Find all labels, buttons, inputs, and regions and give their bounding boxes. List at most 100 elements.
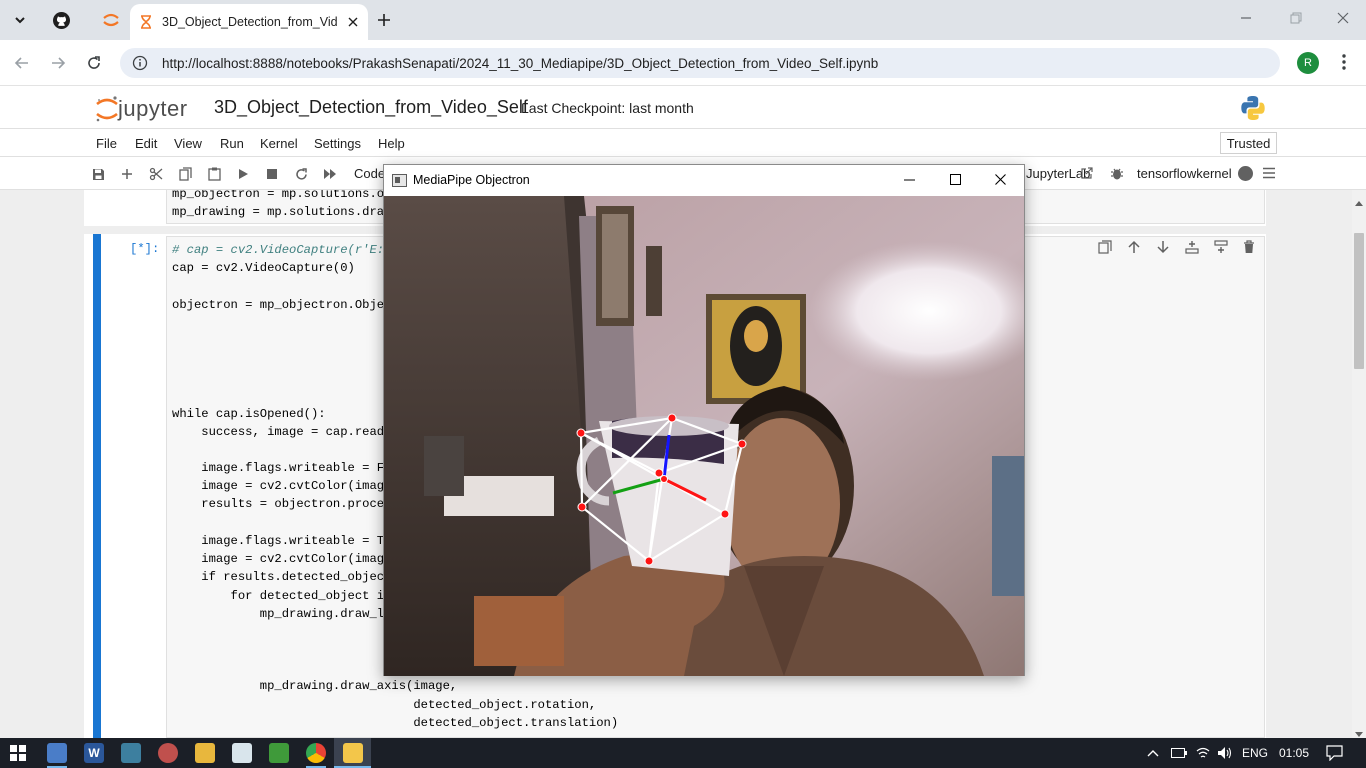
menu-file[interactable]: File (96, 136, 117, 151)
browser-menu-button[interactable] (1336, 53, 1352, 74)
notebook-title[interactable]: 3D_Object_Detection_from_Video_Self (214, 97, 528, 118)
restore-button[interactable] (1290, 12, 1302, 27)
cut-button[interactable] (148, 166, 164, 182)
minimize-button[interactable] (1240, 12, 1252, 27)
duplicate-icon[interactable] (1098, 240, 1112, 254)
jupyter-logo-text: jupyter (118, 96, 188, 121)
insert-below-icon[interactable] (1214, 240, 1228, 254)
battery-icon[interactable] (1171, 748, 1187, 758)
taskbar-app-1-icon[interactable] (47, 743, 67, 763)
add-cell-button[interactable] (119, 166, 135, 182)
close-icon[interactable] (995, 174, 1006, 185)
cell-1-line-1: mp_objectron = mp.solutions.ob (172, 190, 392, 201)
forward-button[interactable] (50, 55, 66, 74)
wifi-icon[interactable] (1195, 746, 1211, 760)
word-icon[interactable]: W (84, 743, 104, 763)
tray-chevron-up-icon[interactable] (1147, 749, 1159, 757)
stop-button[interactable] (264, 166, 280, 182)
paste-button[interactable] (206, 166, 222, 182)
tab-jupyter[interactable] (94, 6, 128, 34)
debugger-button[interactable] (1110, 166, 1124, 184)
windows-logo-icon (10, 745, 26, 761)
close-icon[interactable] (348, 17, 358, 27)
code-line-objectron: objectron = mp_objectron.Objec (172, 298, 392, 312)
arrow-right-icon (52, 57, 66, 69)
notepad-icon[interactable] (232, 743, 252, 763)
plus-icon (122, 169, 132, 179)
move-down-icon[interactable] (1156, 240, 1170, 254)
menu-view[interactable]: View (174, 136, 202, 151)
minimize-icon[interactable] (904, 179, 915, 181)
tab-active-notebook[interactable]: 3D_Object_Detection_from_Vid (130, 4, 368, 40)
maximize-icon[interactable] (950, 174, 961, 185)
minimize-icon (1241, 17, 1251, 19)
kebab-menu-icon (1342, 54, 1346, 70)
hamburger-icon (1263, 167, 1275, 179)
checkpoint-status: Last Checkpoint: last month (521, 100, 694, 116)
save-button[interactable] (90, 166, 106, 182)
toolbar-menu-button[interactable] (1262, 167, 1276, 182)
objectron-window[interactable]: MediaPipe Objectron (383, 164, 1025, 676)
code-line-while: while cap.isOpened(): (172, 407, 326, 421)
cell-toolbar (1098, 240, 1268, 258)
copy-button[interactable] (177, 166, 193, 182)
windows-taskbar: W ENG 01:05 (0, 738, 1366, 768)
menu-kernel[interactable]: Kernel (260, 136, 298, 151)
code-line-cvtcolor-1: image = cv2.cvtColor(image (172, 479, 392, 493)
start-button[interactable] (10, 745, 26, 764)
code-line-draw-axis: mp_drawing.draw_axis(image, (172, 679, 458, 693)
scroll-up-icon[interactable] (1355, 194, 1363, 209)
insert-above-icon[interactable] (1185, 240, 1199, 254)
tab-separator (88, 6, 89, 34)
code-line-translation: detected_object.translation) (172, 716, 619, 730)
restore-icon (1290, 12, 1302, 24)
menu-help[interactable]: Help (378, 136, 405, 151)
back-button[interactable] (14, 55, 30, 74)
chrome-icon[interactable] (306, 743, 326, 763)
kernel-name[interactable]: tensorflowkernel (1137, 166, 1232, 181)
close-icon (1337, 12, 1349, 24)
notebook-scrollbar[interactable] (1352, 190, 1366, 738)
python-app-icon[interactable] (343, 743, 363, 763)
close-window-button[interactable] (1337, 12, 1349, 27)
taskbar-app-7-icon[interactable] (269, 743, 289, 763)
objectron-window-titlebar[interactable]: MediaPipe Objectron (384, 165, 1024, 196)
reload-button[interactable] (86, 55, 102, 74)
new-tab-button[interactable] (370, 6, 398, 34)
code-line-rotation: detected_object.rotation, (172, 698, 597, 712)
move-up-icon[interactable] (1127, 240, 1141, 254)
run-button[interactable] (235, 166, 251, 182)
file-explorer-icon[interactable] (195, 743, 215, 763)
taskbar-app-4-icon[interactable] (158, 743, 178, 763)
external-link-button[interactable] (1081, 167, 1093, 182)
menu-edit[interactable]: Edit (135, 136, 157, 151)
code-line-if: if results.detected_object (172, 570, 392, 584)
scroll-thumb[interactable] (1354, 233, 1364, 369)
reload-icon (88, 56, 100, 69)
taskbar-app-3-icon[interactable] (121, 743, 141, 763)
restart-button[interactable] (293, 166, 309, 182)
menu-settings[interactable]: Settings (314, 136, 361, 151)
profile-avatar[interactable]: R (1297, 52, 1319, 74)
active-cell-marker (93, 234, 101, 738)
jupyter-icon (103, 13, 119, 27)
clock[interactable]: 01:05 (1279, 746, 1309, 760)
run-all-button[interactable] (322, 166, 338, 182)
delete-icon[interactable] (1243, 240, 1255, 254)
execution-prompt: [*]: (130, 242, 160, 256)
jupyter-logo[interactable]: jupyter (94, 95, 188, 123)
jupyter-logo-icon (96, 96, 118, 122)
menu-run[interactable]: Run (220, 136, 244, 151)
cell-type-select[interactable]: Code (354, 166, 385, 181)
scissors-icon (149, 167, 163, 181)
volume-icon[interactable] (1217, 746, 1233, 760)
fast-forward-icon (324, 169, 336, 179)
tab-search-button[interactable] (6, 6, 34, 34)
trusted-button[interactable]: Trusted (1220, 132, 1277, 154)
language-indicator[interactable]: ENG (1242, 746, 1268, 760)
tab-github[interactable] (44, 6, 78, 34)
external-link-icon (1081, 167, 1093, 179)
address-bar[interactable]: http://localhost:8888/notebooks/PrakashS… (120, 48, 1280, 78)
bug-icon (1111, 168, 1123, 180)
notification-icon[interactable] (1326, 745, 1343, 761)
